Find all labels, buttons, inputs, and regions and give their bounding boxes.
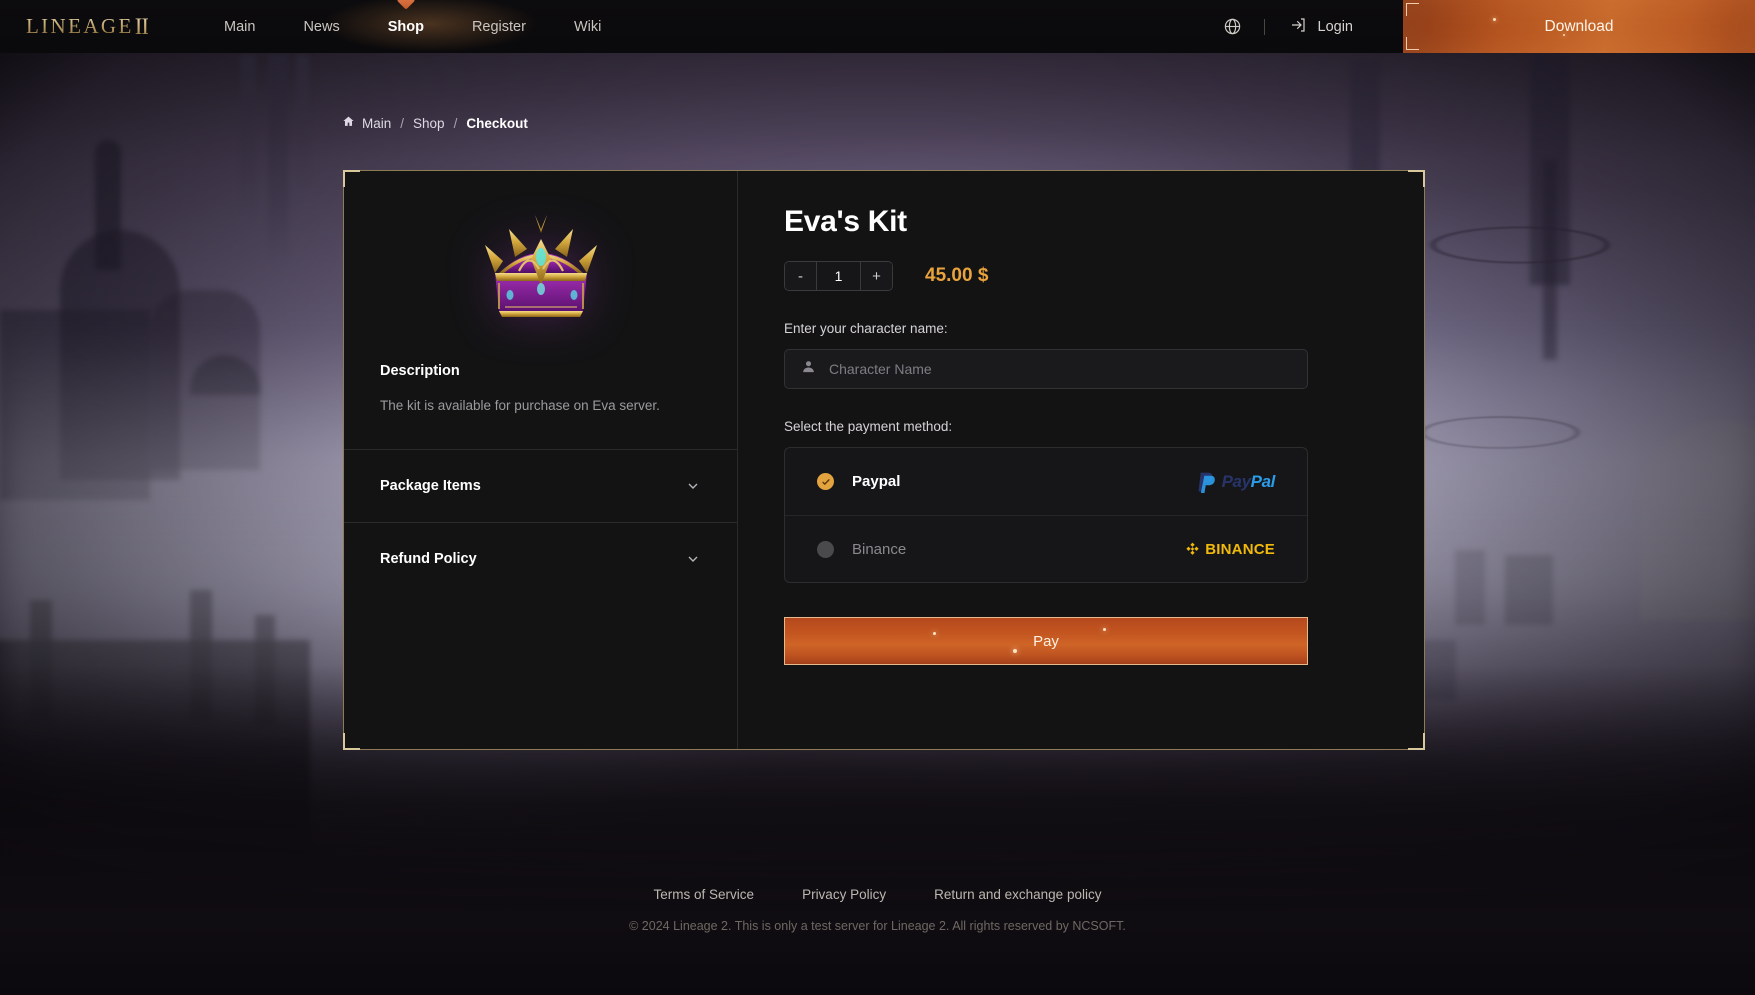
nav-item-register[interactable]: Register <box>448 0 550 53</box>
pay-corner-bl <box>787 650 799 662</box>
logo-numeral: II <box>134 13 149 39</box>
quantity-decrement-button[interactable]: - <box>785 262 816 290</box>
pay-corner-br <box>1293 650 1305 662</box>
pay-corner-tl <box>787 620 799 632</box>
checkout-form-panel: Eva's Kit - 1 + 45.00 $ Enter your chara… <box>738 171 1424 749</box>
payment-method-list: Paypal PayPal Binance BINANCE <box>784 447 1308 583</box>
pay-button-label: Pay <box>1033 632 1059 650</box>
login-button[interactable]: Login <box>1279 16 1363 38</box>
character-name-input[interactable] <box>829 361 1291 377</box>
footer-copyright: © 2024 Lineage 2. This is only a test se… <box>629 919 1126 933</box>
accordion-refund-policy[interactable]: Refund Policy <box>344 523 737 595</box>
breadcrumb-separator: / <box>400 115 405 131</box>
globe-icon[interactable] <box>1216 10 1250 44</box>
download-corner-bl <box>1406 37 1419 50</box>
header-divider <box>1263 18 1265 35</box>
nav-label: Shop <box>387 18 424 35</box>
login-arrow-icon <box>1289 16 1307 38</box>
login-label: Login <box>1317 18 1353 35</box>
site-header: LINEAGEII Main News Shop Register Wiki <box>0 0 1755 53</box>
pay-spark <box>933 632 936 635</box>
payment-option-binance[interactable]: Binance BINANCE <box>785 515 1307 582</box>
character-name-label: Enter your character name: <box>784 321 948 336</box>
nav-item-shop[interactable]: Shop <box>364 0 448 53</box>
payment-option-label: Binance <box>852 540 907 558</box>
breadcrumb-item-checkout: Checkout <box>466 116 528 131</box>
description-section: Description The kit is available for pur… <box>344 363 737 413</box>
payment-option-paypal[interactable]: Paypal PayPal <box>785 448 1307 515</box>
nav-item-wiki[interactable]: Wiki <box>550 0 625 53</box>
download-corner-tl <box>1406 3 1419 16</box>
breadcrumb-item-shop[interactable]: Shop <box>413 116 445 131</box>
quantity-row: - 1 + 45.00 $ <box>784 261 1378 291</box>
home-icon <box>342 115 355 131</box>
radio-selected-icon[interactable] <box>817 473 834 490</box>
description-title: Description <box>380 363 460 379</box>
download-spark <box>1493 18 1496 21</box>
nav-label: Register <box>471 18 526 35</box>
footer-link-returns[interactable]: Return and exchange policy <box>934 887 1101 902</box>
binance-logo: BINANCE <box>1184 541 1275 558</box>
quantity-increment-button[interactable]: + <box>861 262 892 290</box>
site-footer: Terms of Service Privacy Policy Return a… <box>0 865 1755 995</box>
breadcrumb-label: Checkout <box>466 115 528 131</box>
nav-item-news[interactable]: News <box>279 0 363 53</box>
paypal-wordmark: PayPal <box>1221 471 1276 491</box>
payment-method-label: Select the payment method: <box>784 419 953 434</box>
pay-corner-tr <box>1293 620 1305 632</box>
pay-spark <box>1013 649 1017 653</box>
footer-links: Terms of Service Privacy Policy Return a… <box>654 887 1102 902</box>
accordion-package-items[interactable]: Package Items <box>344 450 737 522</box>
checkout-card: Description The kit is available for pur… <box>343 170 1425 750</box>
logo-text: LINEAGE <box>25 14 134 38</box>
character-name-field[interactable] <box>784 349 1308 389</box>
nav-label: News <box>303 18 340 35</box>
card-corner-br <box>1408 733 1425 750</box>
quantity-stepper: - 1 + <box>784 261 893 291</box>
user-icon <box>801 359 816 379</box>
breadcrumb: Main / Shop / Checkout <box>342 115 528 131</box>
card-corner-tr <box>1408 170 1425 187</box>
main-navigation: Main News Shop Register Wiki <box>200 0 625 53</box>
page-title: Eva's Kit <box>784 205 907 238</box>
breadcrumb-label: Main <box>362 115 392 131</box>
paypal-logo: PayPal <box>1197 471 1275 493</box>
product-image-wrap <box>344 171 737 363</box>
card-corner-tl <box>343 170 360 187</box>
pay-spark <box>1103 628 1106 631</box>
chevron-down-icon <box>685 551 701 567</box>
binance-wordmark: BINANCE <box>1205 540 1275 558</box>
treasure-chest-icon <box>479 211 603 323</box>
footer-link-privacy[interactable]: Privacy Policy <box>802 887 886 902</box>
radio-unselected-icon[interactable] <box>817 540 834 558</box>
description-text: The kit is available for purchase on Eva… <box>380 398 660 413</box>
header-actions: Login Download <box>1216 0 1755 53</box>
accordion-label: Refund Policy <box>380 551 477 567</box>
footer-link-terms[interactable]: Terms of Service <box>654 887 755 902</box>
product-info-panel: Description The kit is available for pur… <box>344 171 738 749</box>
site-logo[interactable]: LINEAGE II <box>22 12 152 42</box>
breadcrumb-label: Shop <box>413 115 445 131</box>
price-label: 45.00 $ <box>925 265 989 286</box>
page-root: LINEAGEII Main News Shop Register Wiki <box>0 0 1755 995</box>
accordion-label: Package Items <box>380 478 481 494</box>
pay-button[interactable]: Pay <box>784 617 1308 665</box>
download-spark <box>1563 34 1565 36</box>
nav-label: Main <box>224 18 256 35</box>
chevron-down-icon <box>685 478 701 494</box>
payment-option-label: Paypal <box>852 473 901 490</box>
download-button[interactable]: Download <box>1403 0 1755 53</box>
nav-item-main[interactable]: Main <box>200 0 279 53</box>
download-label: Download <box>1544 17 1614 35</box>
breadcrumb-item-main[interactable]: Main <box>342 115 391 131</box>
quantity-value[interactable]: 1 <box>816 262 861 290</box>
card-corner-bl <box>343 733 360 750</box>
nav-label: Wiki <box>573 18 602 35</box>
breadcrumb-separator: / <box>453 115 458 131</box>
